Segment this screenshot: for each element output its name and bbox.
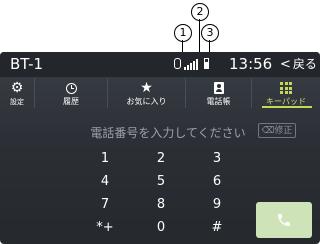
tab-favorites[interactable]: ★ お気に入り xyxy=(108,78,186,108)
key-0[interactable]: 0 xyxy=(136,217,186,239)
back-button[interactable]: < 戻る xyxy=(280,54,318,74)
key-4[interactable]: 4 xyxy=(80,171,130,193)
key-5[interactable]: 5 xyxy=(136,171,186,193)
gear-icon: ⚙ xyxy=(10,80,24,96)
tab-settings-label: 設定 xyxy=(10,98,24,106)
callout-group: 1 2 3 xyxy=(0,0,320,56)
callout-3: 3 xyxy=(201,24,219,42)
callout-1: 1 xyxy=(174,24,192,42)
backspace-icon: ⌫ xyxy=(261,126,275,136)
star-icon: ★ xyxy=(140,80,153,96)
tab-history[interactable]: 履歴 xyxy=(35,78,108,108)
tab-phonebook[interactable]: 電話帳 xyxy=(186,78,252,108)
callout-2: 2 xyxy=(191,3,209,21)
key-3[interactable]: 3 xyxy=(192,148,242,170)
correct-label: 修正 xyxy=(274,126,293,136)
keypad-icon xyxy=(280,82,292,94)
contact-icon xyxy=(213,82,224,94)
phone-icon xyxy=(278,214,290,226)
tab-phonebook-label: 電話帳 xyxy=(206,97,231,106)
key-7[interactable]: 7 xyxy=(80,194,130,216)
chevron-left-icon: < xyxy=(280,57,291,72)
key-8[interactable]: 8 xyxy=(136,194,186,216)
clock-icon xyxy=(65,82,77,94)
key-hash[interactable]: # xyxy=(192,217,242,239)
key-9[interactable]: 9 xyxy=(192,194,242,216)
call-button[interactable] xyxy=(256,202,312,238)
tab-favorites-label: お気に入り xyxy=(126,97,167,106)
tab-settings[interactable]: ⚙ 設定 xyxy=(0,78,35,108)
key-1[interactable]: 1 xyxy=(80,148,130,170)
key-star-plus[interactable]: *+ xyxy=(80,217,130,239)
tab-history-label: 履歴 xyxy=(63,97,79,106)
correct-button[interactable]: ⌫修正 xyxy=(258,123,296,138)
clock: 13:56 xyxy=(229,55,273,73)
status-icons xyxy=(171,57,219,71)
key-6[interactable]: 6 xyxy=(192,171,242,193)
active-tab-indicator xyxy=(262,106,312,108)
tab-keypad[interactable]: キーパッド xyxy=(252,78,320,108)
number-input-placeholder[interactable]: 電話番号を入力してください xyxy=(88,124,248,141)
keypad: 1 2 3 4 5 6 7 8 9 *+ 0 # xyxy=(80,148,250,240)
signal-strength-icon xyxy=(184,59,198,70)
battery-icon xyxy=(204,58,209,69)
key-2[interactable]: 2 xyxy=(136,148,186,170)
status-bar: BT-1 13:56 < 戻る xyxy=(0,52,320,77)
back-label: 戻る xyxy=(292,57,317,71)
phone-screen: BT-1 13:56 < 戻る ⚙ 設定 履歴 ★ お気に入り 電話帳 キーパッ… xyxy=(0,52,320,244)
tab-bar: ⚙ 設定 履歴 ★ お気に入り 電話帳 キーパッド xyxy=(0,78,320,108)
source-title: BT-1 xyxy=(10,55,44,73)
bluetooth-icon xyxy=(174,58,181,69)
callout-2-leader xyxy=(199,19,200,56)
